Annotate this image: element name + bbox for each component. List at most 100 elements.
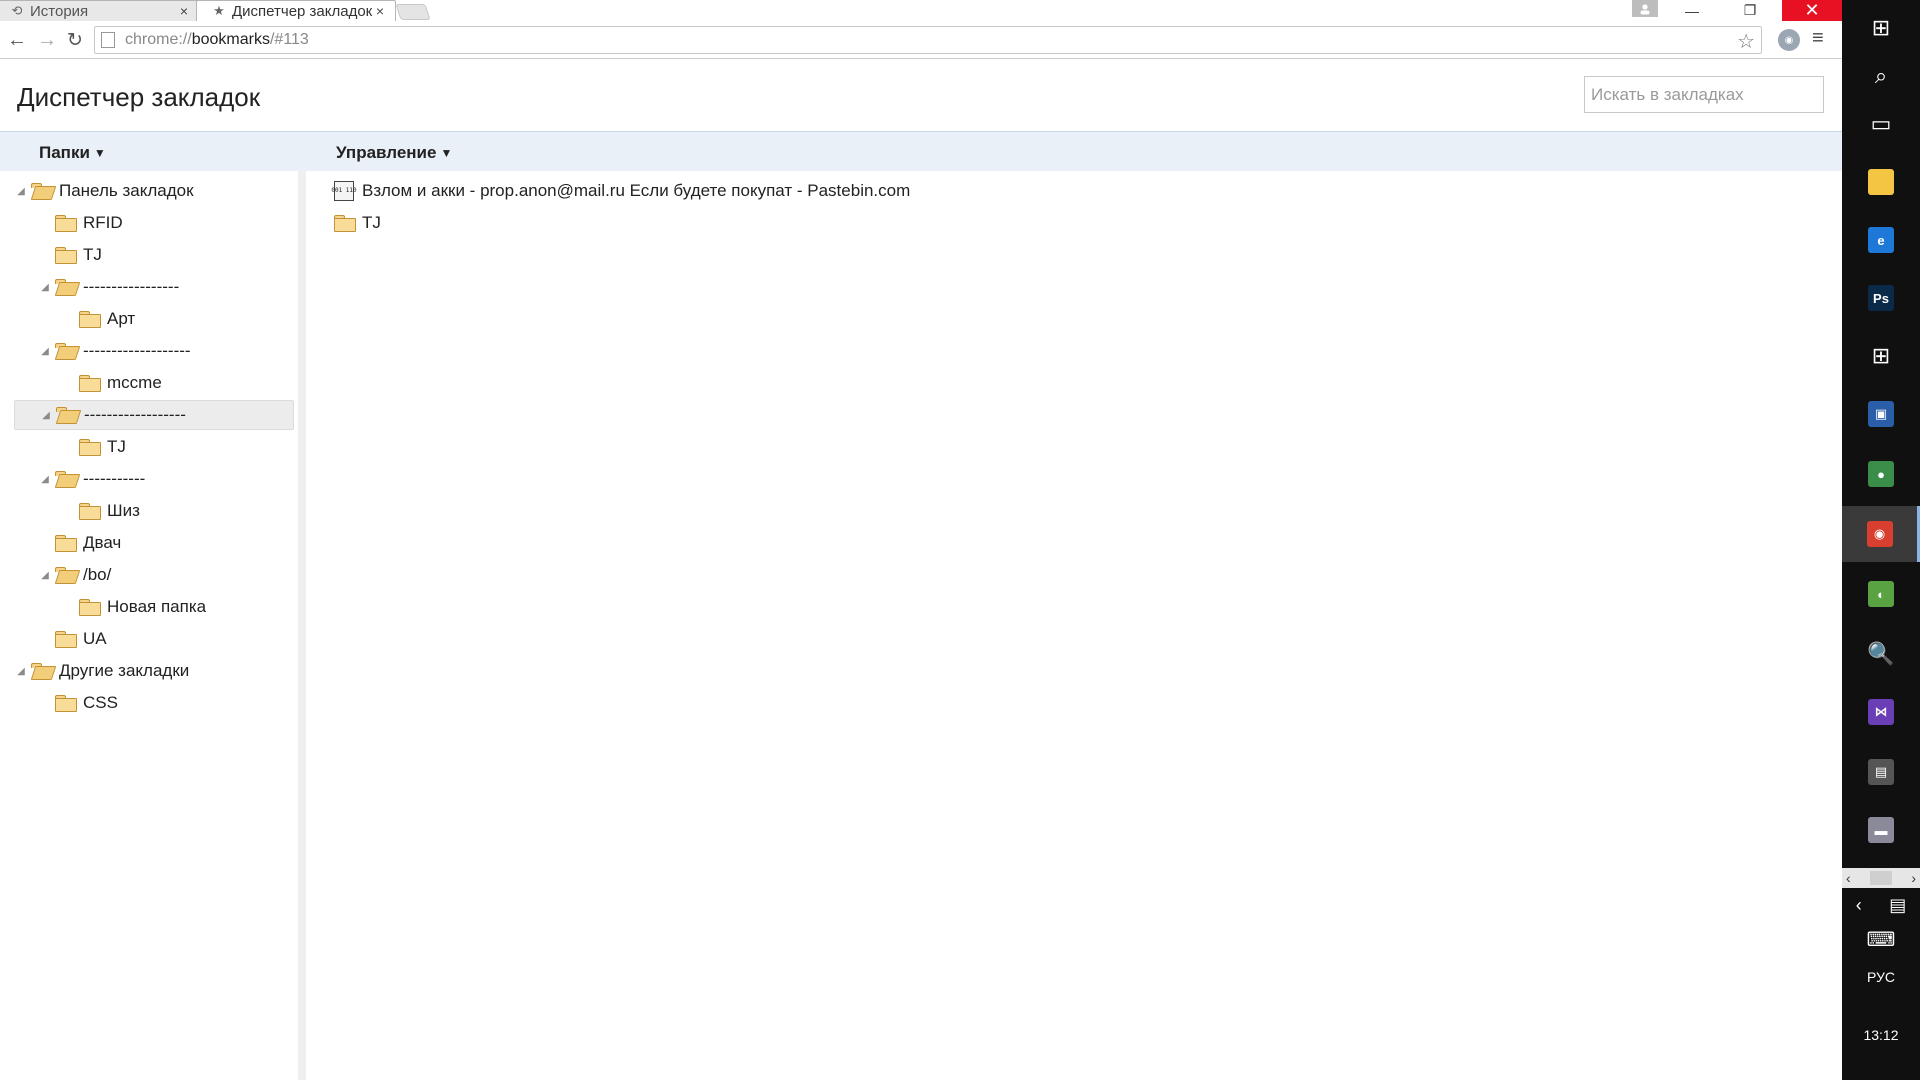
close-tab-icon[interactable]: × <box>177 3 191 19</box>
tab-bookmark-manager[interactable]: ★ Диспетчер закладок × <box>196 0 396 21</box>
twisty-placeholder <box>39 633 51 645</box>
show-hidden-icons-chevron-icon[interactable]: ‹ <box>1856 895 1862 916</box>
address-bar[interactable]: chrome:// bookmarks /#113 ☆ <box>94 26 1762 54</box>
organize-menu-label: Управление <box>336 143 437 162</box>
scroll-thumb[interactable] <box>1870 871 1892 885</box>
list-folder-item[interactable]: TJ <box>334 208 381 238</box>
media-app-icon-glyph: ▤ <box>1868 759 1894 785</box>
tree-folder-item[interactable]: Двач <box>39 528 121 558</box>
folder-icon <box>55 215 77 232</box>
profile-avatar-icon[interactable] <box>1632 0 1658 17</box>
tree-folder-item[interactable]: ◢ ------------------ <box>14 400 294 430</box>
folder-icon <box>79 439 101 456</box>
chrome-icon[interactable]: ◉ <box>1842 506 1920 562</box>
twisty-placeholder <box>63 505 75 517</box>
tree-folder-item[interactable]: Шиз <box>63 496 140 526</box>
extension-icon[interactable]: ◉ <box>1778 29 1800 51</box>
tab-title: Диспетчер закладок <box>232 2 373 20</box>
tree-folder-item[interactable]: ◢ ----------- <box>39 464 145 494</box>
task-view-icon-glyph: ▭ <box>1870 111 1892 136</box>
media-app-icon[interactable]: ▤ <box>1842 744 1920 800</box>
search-bookmarks-input[interactable] <box>1584 76 1824 113</box>
minimize-button[interactable]: — <box>1666 0 1718 21</box>
pane-splitter[interactable] <box>298 171 306 1080</box>
tree-folder-label: TJ <box>83 245 102 264</box>
tab-strip: ⟲ История × ★ Диспетчер закладок × — ❐ ✕ <box>0 0 1842 21</box>
globe-app-icon[interactable]: ● <box>1842 446 1920 502</box>
expand-triangle-icon[interactable]: ◢ <box>40 409 52 421</box>
touch-keyboard-icon[interactable]: ⌨ <box>1842 924 1920 954</box>
restore-button[interactable]: ❐ <box>1722 0 1778 21</box>
tree-folder-label: ----------------- <box>83 277 180 296</box>
star-icon: ★ <box>213 3 225 18</box>
url-scheme: chrome:// <box>125 31 192 48</box>
file-explorer-icon[interactable] <box>1842 154 1920 210</box>
document-search-icon[interactable]: 🔍 <box>1842 626 1920 682</box>
folder-open-icon <box>31 183 53 199</box>
scroll-left-icon[interactable]: ‹ <box>1846 870 1851 886</box>
tree-folder-item[interactable]: TJ <box>39 240 102 270</box>
tree-folder-item[interactable]: TJ <box>63 432 126 462</box>
folder-icon <box>334 215 356 232</box>
close-window-button[interactable]: ✕ <box>1782 0 1842 21</box>
virtualbox-icon[interactable]: ▣ <box>1842 386 1920 442</box>
tree-folder-item[interactable]: ◢ ------------------- <box>39 336 191 366</box>
tree-folder-item[interactable]: ◢ Панель закладок <box>15 176 193 206</box>
visual-studio-icon[interactable]: ⋈ <box>1842 684 1920 740</box>
map-app-icon[interactable]: ◐ <box>1842 566 1920 622</box>
document-search-icon-glyph: 🔍 <box>1867 641 1895 666</box>
expand-triangle-icon[interactable]: ◢ <box>15 185 27 197</box>
expand-triangle-icon[interactable]: ◢ <box>15 665 27 677</box>
tree-folder-item[interactable]: ◢ ----------------- <box>39 272 179 302</box>
store-icon[interactable]: ⊞ <box>1842 328 1920 384</box>
tree-folder-item[interactable]: RFID <box>39 208 123 238</box>
back-button[interactable]: ← <box>4 27 30 53</box>
tree-folder-label: TJ <box>107 437 126 456</box>
twisty-placeholder <box>39 537 51 549</box>
bookmark-manager-page: Диспетчер закладок Папки ▼ Управление ▼ … <box>0 60 1842 1080</box>
tree-folder-label: ------------------- <box>83 341 191 360</box>
taskbar-scroller[interactable]: ‹ › <box>1842 868 1920 888</box>
tray-icons: ‹ ▤ <box>1842 890 1920 920</box>
globe-app-icon-glyph: ● <box>1868 461 1894 487</box>
new-tab-button[interactable] <box>395 4 431 20</box>
chrome-menu-button[interactable]: ≡ <box>1812 27 1824 50</box>
taskbar-clock[interactable]: 13:12 <box>1842 1020 1920 1050</box>
windows-taskbar: ⊞ ⌕ ▭ e Ps ⊞ ▣ ● ◉ ◐ 🔍 ⋈ ▤ ▬ ‹ › ‹ ▤ ⌨ РУС 13:12 <box>1842 0 1920 1080</box>
tree-folder-item[interactable]: mccme <box>63 368 162 398</box>
start-windows-icon-glyph: ⊞ <box>1871 15 1891 40</box>
tree-folder-item[interactable]: ◢ /bo/ <box>39 560 111 590</box>
caret-down-icon: ▼ <box>93 146 106 160</box>
forward-button[interactable]: → <box>34 27 60 53</box>
close-tab-icon[interactable]: × <box>373 3 387 19</box>
manager-header-bar: Папки ▼ Управление ▼ <box>0 131 1842 171</box>
folder-icon <box>55 631 77 648</box>
tree-folder-item[interactable]: Арт <box>63 304 135 334</box>
map-app-icon-glyph: ◐ <box>1868 581 1894 607</box>
folder-icon <box>79 503 101 520</box>
list-bookmark-item[interactable]: 001 110 Взлом и акки - prop.anon@mail.ru … <box>331 176 910 206</box>
input-language-indicator[interactable]: РУС <box>1842 962 1920 992</box>
organize-menu-button[interactable]: Управление ▼ <box>336 143 452 163</box>
bookmark-star-icon[interactable]: ☆ <box>1737 29 1755 54</box>
tab-history[interactable]: ⟲ История × <box>0 0 200 21</box>
folders-menu-button[interactable]: Папки ▼ <box>39 143 106 163</box>
store-icon-glyph: ⊞ <box>1871 343 1891 368</box>
expand-triangle-icon[interactable]: ◢ <box>39 473 51 485</box>
edge-icon[interactable]: e <box>1842 212 1920 268</box>
tree-folder-item[interactable]: CSS <box>39 688 118 718</box>
expand-triangle-icon[interactable]: ◢ <box>39 569 51 581</box>
virtualbox-icon-glyph: ▣ <box>1868 401 1894 427</box>
photoshop-icon[interactable]: Ps <box>1842 270 1920 326</box>
notifications-icon[interactable]: ▤ <box>1889 895 1906 916</box>
reload-button[interactable]: ↻ <box>62 27 88 53</box>
folder-icon <box>55 695 77 712</box>
tree-folder-item[interactable]: ◢ Другие закладки <box>15 656 189 686</box>
task-view-icon[interactable]: ▭ <box>1842 96 1920 152</box>
scroll-right-icon[interactable]: › <box>1911 870 1916 886</box>
expand-triangle-icon[interactable]: ◢ <box>39 345 51 357</box>
printer-app-icon[interactable]: ▬ <box>1842 802 1920 858</box>
tree-folder-item[interactable]: UA <box>39 624 107 654</box>
tree-folder-item[interactable]: Новая папка <box>63 592 206 622</box>
expand-triangle-icon[interactable]: ◢ <box>39 281 51 293</box>
